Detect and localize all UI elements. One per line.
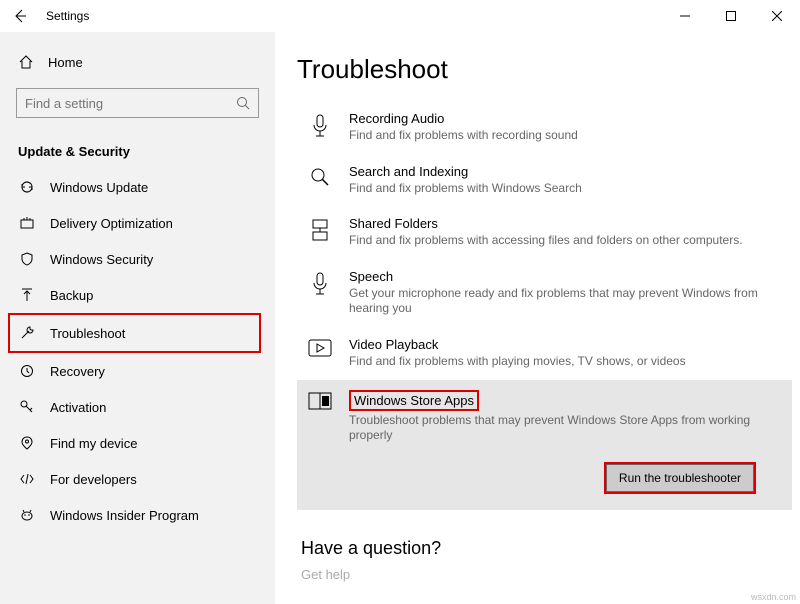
sidebar-item-find-my-device[interactable]: Find my device: [0, 425, 275, 461]
sidebar-item-label: Windows Security: [50, 252, 153, 267]
sidebar-item-for-developers[interactable]: For developers: [0, 461, 275, 497]
page-title: Troubleshoot: [297, 54, 792, 85]
mic-icon: [307, 269, 333, 317]
video-icon: [307, 337, 333, 370]
watermark: wsxdn.com: [751, 592, 796, 602]
run-troubleshooter-label: Run the troubleshooter: [606, 464, 754, 492]
get-help-link[interactable]: Get help: [301, 567, 792, 582]
sidebar: Home Update & Security Windows Update De…: [0, 32, 275, 604]
troubleshoot-label: Shared Folders: [349, 216, 774, 231]
troubleshoot-desc: Find and fix problems with recording sou…: [349, 128, 774, 144]
sidebar-item-label: Find my device: [50, 436, 137, 451]
window-title: Settings: [46, 9, 89, 23]
troubleshoot-windows-store-apps[interactable]: Windows Store Apps Troubleshoot problems…: [297, 380, 792, 510]
sidebar-item-label: Windows Insider Program: [50, 508, 199, 523]
code-icon: [18, 471, 36, 487]
recovery-icon: [18, 363, 36, 379]
sidebar-item-delivery-optimization[interactable]: Delivery Optimization: [0, 205, 275, 241]
sidebar-item-label: Windows Update: [50, 180, 148, 195]
troubleshoot-speech[interactable]: Speech Get your microphone ready and fix…: [297, 259, 792, 327]
search-input[interactable]: [25, 96, 236, 111]
maximize-button[interactable]: [708, 0, 754, 32]
troubleshoot-desc: Get your microphone ready and fix proble…: [349, 286, 774, 317]
troubleshoot-desc: Troubleshoot problems that may prevent W…: [349, 413, 774, 444]
troubleshoot-search-indexing[interactable]: Search and Indexing Find and fix problem…: [297, 154, 792, 207]
delivery-icon: [18, 215, 36, 231]
sidebar-item-label: Delivery Optimization: [50, 216, 173, 231]
wrench-icon: [18, 325, 36, 341]
sidebar-item-windows-update[interactable]: Windows Update: [0, 169, 275, 205]
close-button[interactable]: [754, 0, 800, 32]
sidebar-item-label: For developers: [50, 472, 137, 487]
minimize-button[interactable]: [662, 0, 708, 32]
main-content: Troubleshoot Recording Audio Find and fi…: [275, 32, 800, 604]
troubleshoot-recording-audio[interactable]: Recording Audio Find and fix problems wi…: [297, 101, 792, 154]
question-heading: Have a question?: [301, 538, 792, 559]
shared-folders-icon: [307, 216, 333, 249]
search-box[interactable]: [16, 88, 259, 118]
home-icon: [18, 54, 34, 70]
troubleshoot-desc: Find and fix problems with accessing fil…: [349, 233, 774, 249]
location-icon: [18, 435, 36, 451]
sidebar-item-troubleshoot[interactable]: Troubleshoot: [8, 313, 261, 353]
sidebar-item-label: Activation: [50, 400, 106, 415]
sidebar-home-label: Home: [48, 55, 83, 70]
sidebar-item-insider[interactable]: Windows Insider Program: [0, 497, 275, 533]
sidebar-item-windows-security[interactable]: Windows Security: [0, 241, 275, 277]
key-icon: [18, 399, 36, 415]
store-apps-icon: [307, 390, 333, 494]
sidebar-section: Update & Security: [0, 128, 275, 169]
sync-icon: [18, 179, 36, 195]
troubleshoot-desc: Find and fix problems with playing movie…: [349, 354, 774, 370]
sidebar-item-backup[interactable]: Backup: [0, 277, 275, 313]
troubleshoot-shared-folders[interactable]: Shared Folders Find and fix problems wit…: [297, 206, 792, 259]
troubleshoot-desc: Find and fix problems with Windows Searc…: [349, 181, 774, 197]
sidebar-item-label: Backup: [50, 288, 93, 303]
search-icon: [236, 96, 250, 110]
microphone-icon: [307, 111, 333, 144]
insider-icon: [18, 507, 36, 523]
troubleshoot-label: Speech: [349, 269, 774, 284]
troubleshoot-video-playback[interactable]: Video Playback Find and fix problems wit…: [297, 327, 792, 380]
backup-icon: [18, 287, 36, 303]
titlebar: Settings: [0, 0, 800, 32]
magnify-icon: [307, 164, 333, 197]
back-icon[interactable]: [12, 8, 28, 24]
sidebar-home[interactable]: Home: [0, 46, 275, 78]
sidebar-item-activation[interactable]: Activation: [0, 389, 275, 425]
run-troubleshooter-button[interactable]: Run the troubleshooter: [604, 462, 756, 494]
troubleshoot-label: Recording Audio: [349, 111, 774, 126]
troubleshoot-label: Windows Store Apps: [349, 390, 479, 411]
sidebar-item-recovery[interactable]: Recovery: [0, 353, 275, 389]
shield-icon: [18, 251, 36, 267]
troubleshoot-label: Video Playback: [349, 337, 774, 352]
sidebar-item-label: Troubleshoot: [50, 326, 125, 341]
sidebar-item-label: Recovery: [50, 364, 105, 379]
troubleshoot-label: Search and Indexing: [349, 164, 774, 179]
